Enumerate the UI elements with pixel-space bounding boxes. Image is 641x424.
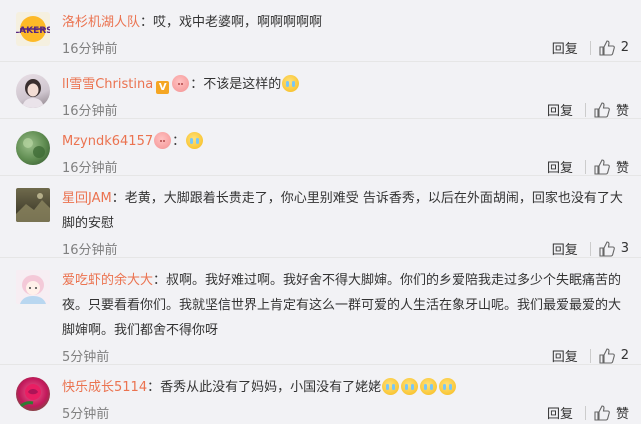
- comment-actions: 回复 2: [552, 38, 629, 57]
- verified-badge-icon: V: [156, 81, 170, 94]
- crying-emoji-icon: [382, 378, 400, 395]
- girl-photo-icon: [22, 79, 44, 108]
- like-button[interactable]: 赞: [594, 100, 629, 119]
- comment-item: 星回JAM：老黄，大脚跟着长贵走了，你心里别难受 告诉香秀，以后在外面胡闹，回家…: [0, 176, 641, 258]
- comment-content: ：不该是这样的: [190, 77, 282, 92]
- like-button[interactable]: 2: [599, 39, 629, 56]
- crying-emoji-icon: [282, 75, 300, 92]
- thumbs-up-icon: [599, 347, 615, 364]
- username[interactable]: 快乐成长5114: [62, 380, 147, 395]
- divider: [584, 405, 586, 420]
- rose-photo-icon: [18, 384, 41, 409]
- comment-actions: 回复 3: [552, 239, 629, 258]
- like-count: 赞: [615, 407, 629, 422]
- comment-footer: 5分钟前 回复 赞: [62, 400, 629, 424]
- divider: [589, 241, 591, 256]
- like-count: 赞: [615, 104, 629, 119]
- divider: [589, 40, 591, 55]
- thumbs-up-icon: [599, 240, 615, 257]
- username[interactable]: Mzyndk64157: [62, 134, 153, 149]
- timestamp: 16分钟前: [62, 104, 118, 119]
- comment-content: ：: [172, 134, 186, 149]
- like-button[interactable]: 3: [599, 240, 629, 257]
- comment-text: Mzyndk64157 ：: [62, 129, 629, 154]
- comment-item: 爱吃虾的余大大：叔啊。我好难过啊。我好舍不得大脚婶。你们的乡爱陪我走过多少个失眠…: [0, 258, 641, 365]
- username[interactable]: 洛杉机湖人队: [62, 15, 140, 30]
- comment-item: 快乐成长5114：香秀从此没有了妈妈，小国没有了姥姥 5分钟前 回复 赞: [0, 365, 641, 424]
- comment-actions: 回复 赞: [547, 403, 629, 422]
- like-button[interactable]: 2: [599, 347, 629, 364]
- comment-actions: 回复 赞: [547, 100, 629, 119]
- thumbs-up-icon: [599, 39, 615, 56]
- thumbs-up-icon: [594, 158, 610, 175]
- reply-button[interactable]: 回复: [552, 239, 578, 258]
- avatar[interactable]: [16, 377, 50, 411]
- divider: [584, 102, 586, 117]
- timestamp: 16分钟前: [62, 243, 118, 258]
- username[interactable]: ll雪雪Christina: [62, 77, 153, 92]
- reply-button[interactable]: 回复: [552, 346, 578, 365]
- divider: [589, 348, 591, 363]
- comment-list: LAKERS 洛杉机湖人队：哎，戏中老婆啊，啊啊啊啊啊 16分钟前 回复 2 l…: [0, 0, 641, 424]
- thumbs-up-icon: [594, 101, 610, 118]
- comment-item: Mzyndk64157 ： 16分钟前 回复 赞: [0, 119, 641, 176]
- like-count: 3: [620, 241, 629, 256]
- timestamp: 16分钟前: [62, 42, 118, 57]
- crying-emoji-icon: [186, 132, 204, 149]
- comment-item: ll雪雪Christina V ：不该是这样的 16分钟前 回复 赞: [0, 62, 641, 119]
- avatar[interactable]: LAKERS: [16, 12, 50, 46]
- comment-text: 快乐成长5114：香秀从此没有了妈妈，小国没有了姥姥: [62, 375, 629, 400]
- divider: [584, 159, 586, 174]
- avatar[interactable]: [16, 74, 50, 108]
- lakers-logo-icon: LAKERS: [16, 16, 50, 42]
- comment-item: LAKERS 洛杉机湖人队：哎，戏中老婆啊，啊啊啊啊啊 16分钟前 回复 2: [0, 0, 641, 62]
- crying-emoji-icon: [420, 378, 438, 395]
- timestamp: 5分钟前: [62, 407, 110, 422]
- like-button[interactable]: 赞: [594, 403, 629, 422]
- pig-emoji-icon: [154, 132, 172, 149]
- like-count: 2: [620, 40, 629, 55]
- comment-footer: 16分钟前 回复 2: [62, 35, 629, 63]
- like-button[interactable]: 赞: [594, 157, 629, 176]
- avatar[interactable]: [16, 188, 50, 222]
- comment-text: 爱吃虾的余大大：叔啊。我好难过啊。我好舍不得大脚婶。你们的乡爱陪我走过多少个失眠…: [62, 268, 629, 343]
- like-count: 赞: [615, 161, 629, 176]
- reply-button[interactable]: 回复: [547, 157, 573, 176]
- timestamp: 5分钟前: [62, 350, 110, 365]
- like-count: 2: [620, 348, 629, 363]
- pig-emoji-icon: [172, 75, 190, 92]
- timestamp: 16分钟前: [62, 161, 118, 176]
- comment-text: 星回JAM：老黄，大脚跟着长贵走了，你心里别难受 告诉香秀，以后在外面胡闹，回家…: [62, 186, 629, 236]
- comment-text: 洛杉机湖人队：哎，戏中老婆啊，啊啊啊啊啊: [62, 10, 629, 35]
- reply-button[interactable]: 回复: [547, 100, 573, 119]
- reply-button[interactable]: 回复: [552, 38, 578, 57]
- username[interactable]: 星回JAM: [62, 191, 112, 206]
- avatar[interactable]: [16, 270, 50, 304]
- svg-text:LAKERS: LAKERS: [16, 26, 50, 36]
- green-photo-icon: [23, 138, 45, 158]
- cartoon-girl-icon: [20, 275, 46, 304]
- comment-actions: 回复 2: [552, 346, 629, 365]
- thumbs-up-icon: [594, 404, 610, 421]
- comment-text: ll雪雪Christina V ：不该是这样的: [62, 72, 629, 97]
- username[interactable]: 爱吃虾的余大大: [62, 273, 153, 288]
- crying-emoji-icon: [439, 378, 457, 395]
- reply-button[interactable]: 回复: [547, 403, 573, 422]
- comment-actions: 回复 赞: [547, 157, 629, 176]
- crying-emoji-icon: [401, 378, 419, 395]
- comment-content: ：哎，戏中老婆啊，啊啊啊啊啊: [140, 15, 323, 30]
- comment-content: ：老黄，大脚跟着长贵走了，你心里别难受 告诉香秀，以后在外面胡闹，回家也没有了大…: [62, 191, 623, 231]
- comment-content: ：香秀从此没有了妈妈，小国没有了姥姥: [147, 380, 382, 395]
- landscape-photo-icon: [16, 193, 50, 222]
- avatar[interactable]: [16, 131, 50, 165]
